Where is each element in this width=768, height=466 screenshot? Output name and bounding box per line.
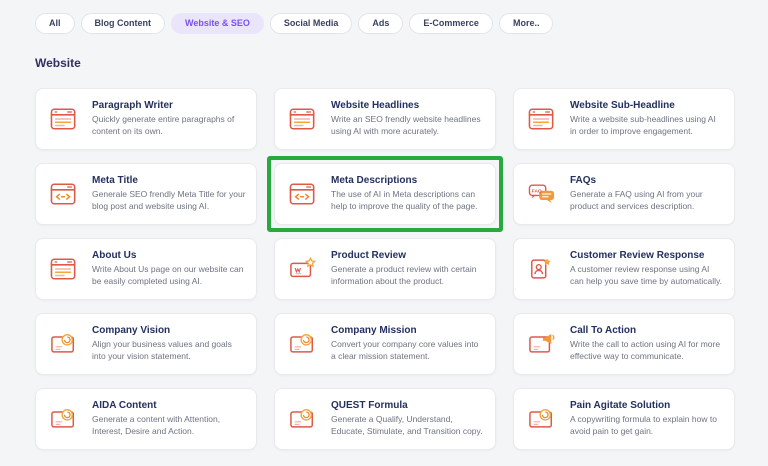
tool-card-product-review[interactable]: Product Review Generate a product review… <box>274 238 496 300</box>
card-description: Generate a Qualify, Understand, Educate,… <box>331 414 485 438</box>
filter-social-media[interactable]: Social Media <box>270 13 353 34</box>
tool-card-company-mission[interactable]: Company Mission Convert your company cor… <box>274 313 496 375</box>
filter-more[interactable]: More.. <box>499 13 554 34</box>
tool-card-website-headlines[interactable]: Website Headlines Write an SEO frendly w… <box>274 88 496 150</box>
tool-card-meta-descriptions[interactable]: Meta Descriptions The use of AI in Meta … <box>274 163 496 225</box>
card-description: A copywriting formula to explain how to … <box>570 414 724 438</box>
card-description: Generate a FAQ using AI from your produc… <box>570 189 724 213</box>
card-description: Write About Us page on our website can b… <box>92 264 246 288</box>
card-description: Convert your company core values into a … <box>331 339 485 363</box>
card-title: Website Sub-Headline <box>570 100 724 111</box>
card-description: Generale SEO frendly Meta Title for your… <box>92 189 246 213</box>
filter-ecommerce[interactable]: E-Commerce <box>409 13 493 34</box>
card-title: AIDA Content <box>92 400 246 411</box>
vision-target-icon <box>36 331 92 357</box>
card-description: Write a website sub-headlines using AI i… <box>570 114 724 138</box>
card-title: Call To Action <box>570 325 724 336</box>
card-description: The use of AI in Meta descriptions can h… <box>331 189 485 213</box>
browser-lines-icon <box>275 106 331 132</box>
card-description: Align your business values and goals int… <box>92 339 246 363</box>
card-description: Write the call to action using AI for mo… <box>570 339 724 363</box>
card-title: Meta Descriptions <box>331 175 485 186</box>
tool-card-paragraph-writer[interactable]: Paragraph Writer Quickly generate entire… <box>35 88 257 150</box>
vision-target-icon <box>36 406 92 432</box>
tool-card-website-sub-headline[interactable]: Website Sub-Headline Write a website sub… <box>513 88 735 150</box>
tool-card-customer-review-response[interactable]: Customer Review Response A customer revi… <box>513 238 735 300</box>
vision-target-icon <box>275 406 331 432</box>
card-title: Paragraph Writer <box>92 100 246 111</box>
vision-target-icon <box>514 406 570 432</box>
tool-card-about-us[interactable]: About Us Write About Us page on our webs… <box>35 238 257 300</box>
tool-card-faqs[interactable]: FAQ FAQs Generate a FAQ using AI from yo… <box>513 163 735 225</box>
tool-card-company-vision[interactable]: Company Vision Align your business value… <box>35 313 257 375</box>
filter-all[interactable]: All <box>35 13 75 34</box>
filter-website-seo[interactable]: Website & SEO <box>171 13 264 34</box>
card-description: A customer review response using AI can … <box>570 264 724 288</box>
filter-ads[interactable]: Ads <box>358 13 403 34</box>
faq-bubbles-icon: FAQ <box>514 181 570 207</box>
tool-card-aida-content[interactable]: AIDA Content Generate a content with Att… <box>35 388 257 450</box>
section-title: Website <box>35 56 81 70</box>
tool-card-pain-agitate-solution[interactable]: Pain Agitate Solution A copywriting form… <box>513 388 735 450</box>
card-title: About Us <box>92 250 246 261</box>
browser-code-icon <box>275 181 331 207</box>
card-title: Website Headlines <box>331 100 485 111</box>
vision-target-icon <box>275 331 331 357</box>
card-title: QUEST Formula <box>331 400 485 411</box>
faq-icon-label: FAQ <box>532 189 542 195</box>
tool-card-call-to-action[interactable]: Call To Action Write the call to action … <box>513 313 735 375</box>
card-description: Generate a product review with certain i… <box>331 264 485 288</box>
card-description: Generate a content with Attention, Inter… <box>92 414 246 438</box>
card-title: Pain Agitate Solution <box>570 400 724 411</box>
card-title: Company Vision <box>92 325 246 336</box>
tools-gallery-page: All Blog Content Website & SEO Social Me… <box>0 0 768 466</box>
card-title: Customer Review Response <box>570 250 724 261</box>
card-description: Quickly generate entire paragraphs of co… <box>92 114 246 138</box>
tool-card-meta-title[interactable]: Meta Title Generale SEO frendly Meta Tit… <box>35 163 257 225</box>
filter-bar: All Blog Content Website & SEO Social Me… <box>35 13 553 34</box>
megaphone-icon <box>514 331 570 357</box>
card-title: FAQs <box>570 175 724 186</box>
card-description: Write an SEO frendly website headlines u… <box>331 114 485 138</box>
tool-card-grid: Paragraph Writer Quickly generate entire… <box>35 88 735 450</box>
browser-lines-icon <box>36 256 92 282</box>
browser-lines-icon <box>36 106 92 132</box>
customer-star-icon <box>514 256 570 282</box>
browser-code-icon <box>36 181 92 207</box>
card-title: Meta Title <box>92 175 246 186</box>
filter-blog-content[interactable]: Blog Content <box>81 13 166 34</box>
card-title: Company Mission <box>331 325 485 336</box>
tool-card-quest-formula[interactable]: QUEST Formula Generate a Qualify, Unders… <box>274 388 496 450</box>
browser-lines-icon <box>514 106 570 132</box>
card-title: Product Review <box>331 250 485 261</box>
review-star-icon <box>275 256 331 282</box>
